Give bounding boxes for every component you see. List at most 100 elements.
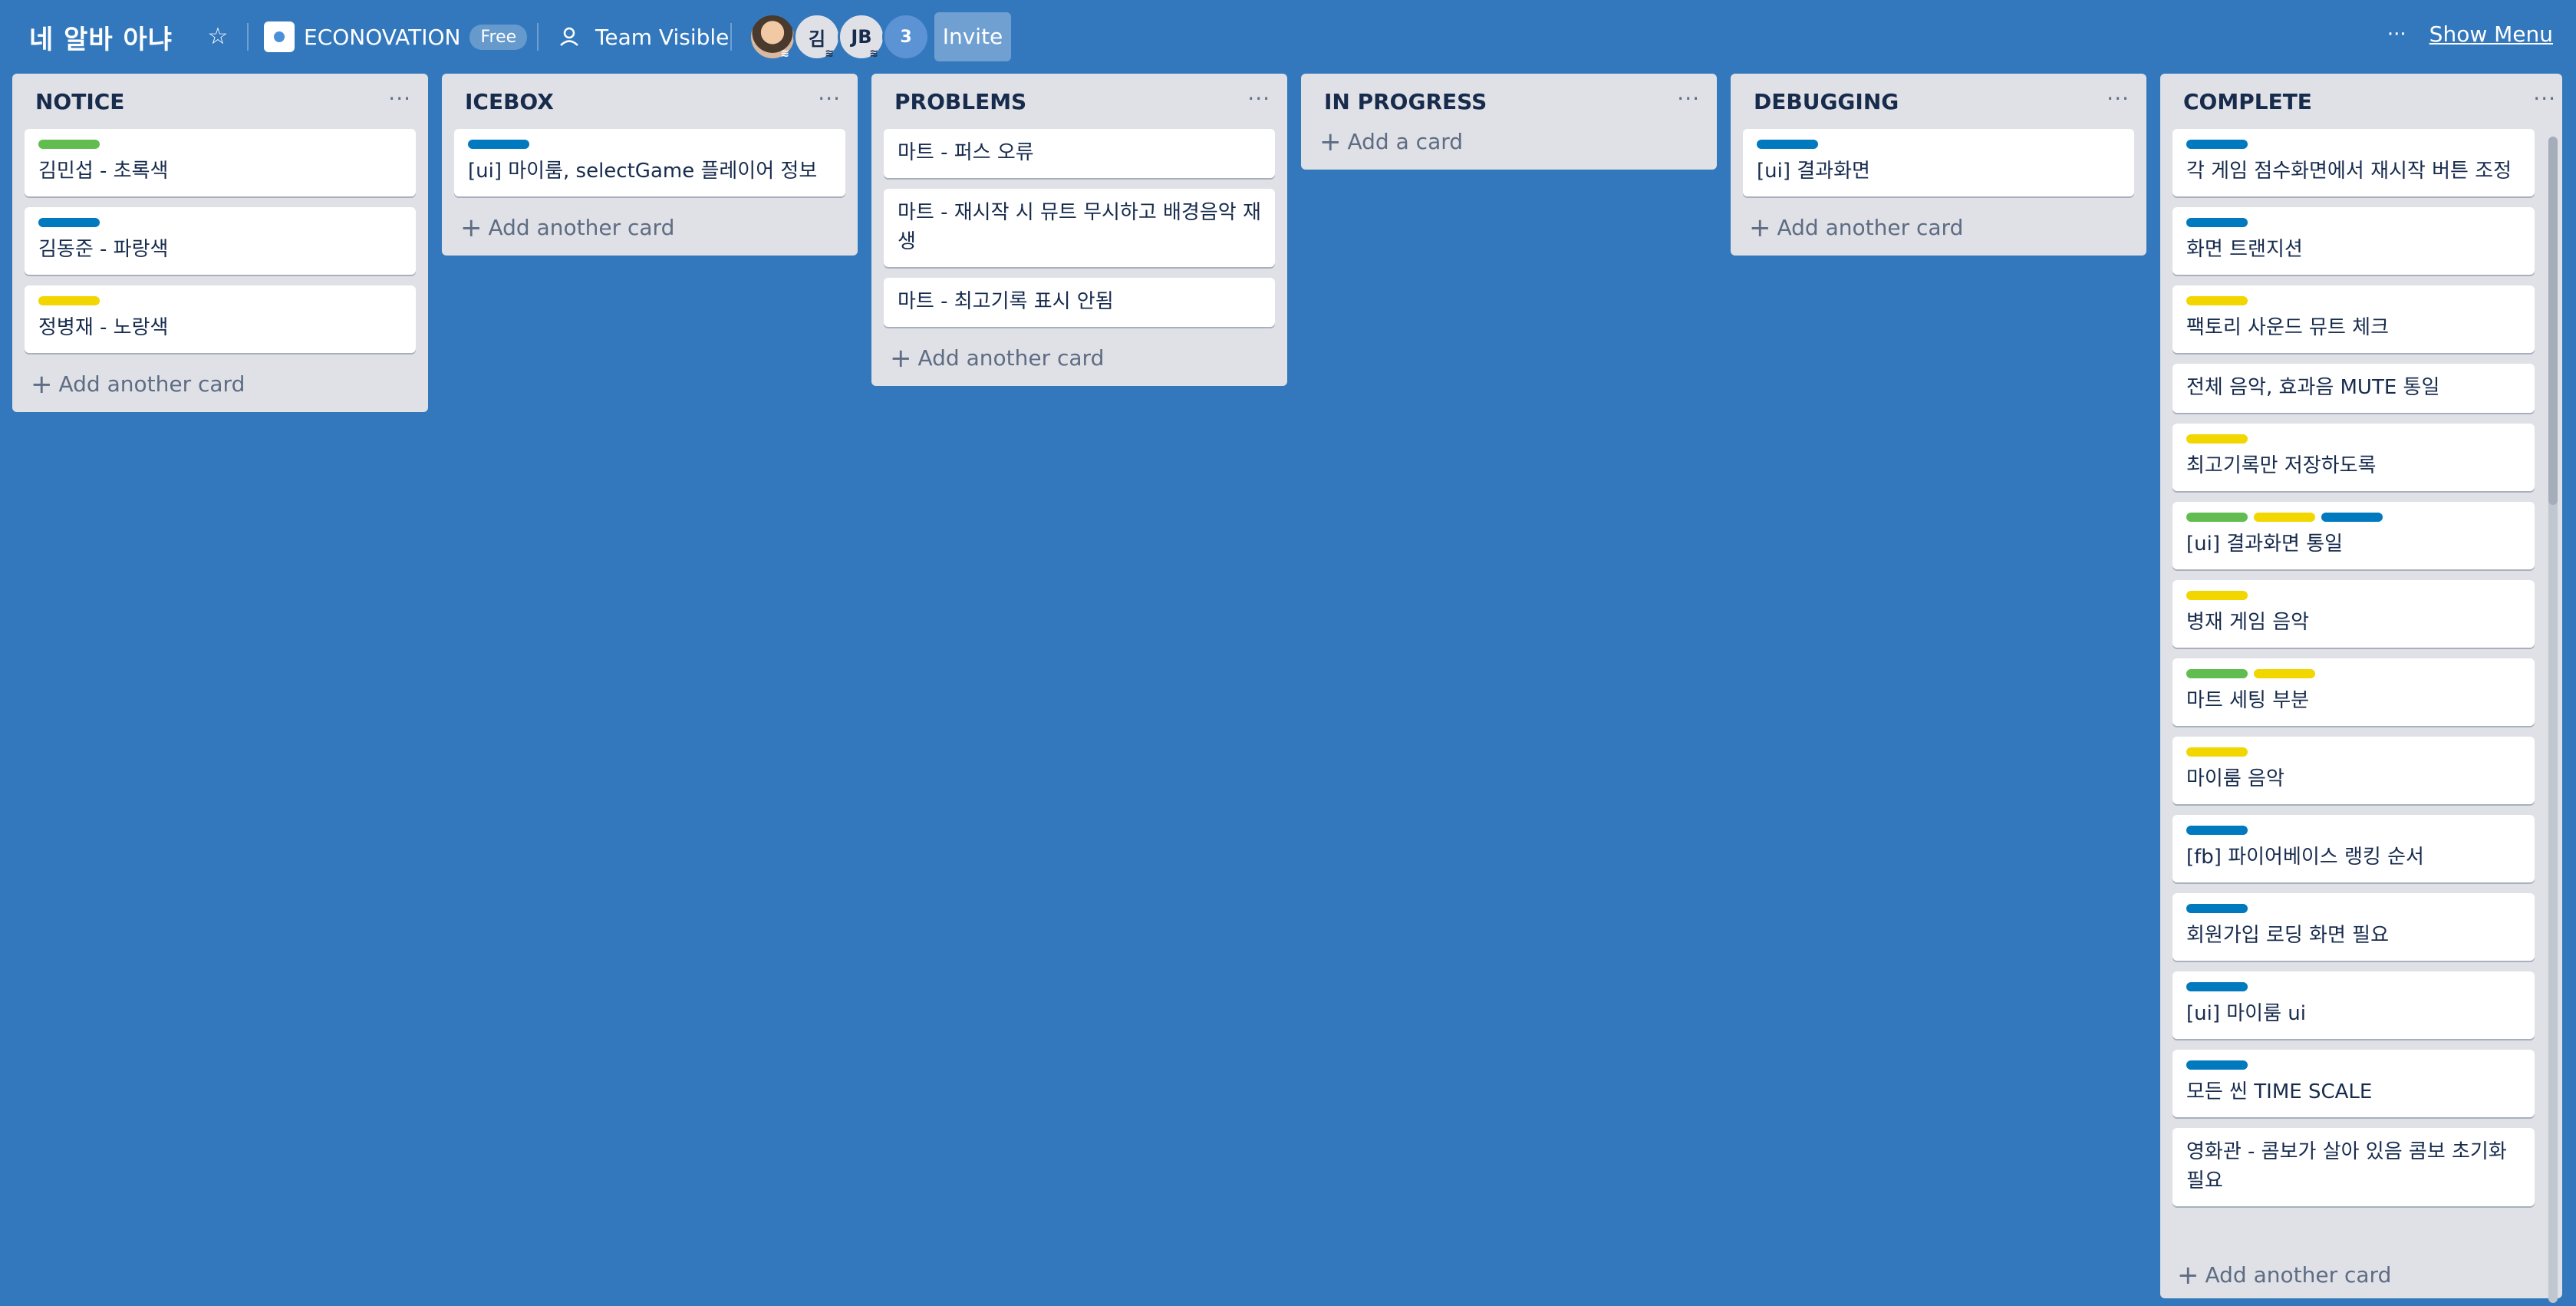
plus-icon: +: [890, 342, 912, 374]
add-card-button[interactable]: + Add another card: [12, 364, 428, 412]
label-blue[interactable]: [2186, 1060, 2248, 1070]
add-card-button[interactable]: + Add another card: [2160, 1255, 2405, 1298]
card[interactable]: [ui] 결과화면: [1743, 129, 2134, 196]
more-members-count[interactable]: 3: [882, 13, 930, 61]
team-button[interactable]: ECONOVATION Free: [264, 18, 528, 55]
label-yellow[interactable]: [2254, 513, 2315, 522]
card[interactable]: 김민섭 - 초록색: [25, 129, 416, 196]
list-menu-icon[interactable]: ···: [2533, 86, 2556, 111]
show-menu-label: Show Menu: [2429, 21, 2553, 47]
card-title: 모든 씬 TIME SCALE: [2186, 1080, 2373, 1103]
add-card-button[interactable]: + Add another card: [1731, 207, 2146, 256]
label-blue[interactable]: [2186, 982, 2248, 991]
list-title[interactable]: IN PROGRESS: [1324, 89, 1487, 114]
card-title: 마트 세팅 부분: [2186, 689, 2310, 712]
card[interactable]: [fb] 파이어베이스 랭킹 순서: [2172, 815, 2535, 882]
list-menu-icon[interactable]: ···: [388, 86, 411, 111]
card[interactable]: 팩토리 사운드 뮤트 체크: [2172, 285, 2535, 353]
label-yellow[interactable]: [2186, 434, 2248, 444]
list-menu-icon[interactable]: ···: [2107, 86, 2130, 111]
invite-button[interactable]: Invite: [934, 12, 1011, 61]
card-title: 김민섭 - 초록색: [38, 160, 169, 183]
card-title: [fb] 파이어베이스 랭킹 순서: [2186, 846, 2424, 869]
card[interactable]: 영화관 - 콤보가 살아 있음 콤보 초기화 필요: [2172, 1128, 2535, 1206]
card-labels: [2186, 982, 2521, 991]
list-header: ICEBOX ···: [442, 74, 858, 129]
visibility-label: Team Visible: [595, 24, 730, 50]
card[interactable]: 마트 - 최고기록 표시 안됨: [884, 278, 1275, 327]
list-title[interactable]: DEBUGGING: [1754, 89, 1899, 114]
label-green[interactable]: [2186, 513, 2248, 522]
card[interactable]: [ui] 마이룸 ui: [2172, 971, 2535, 1039]
divider: [730, 23, 732, 51]
list-complete: COMPLETE ··· 각 게임 점수화면에서 재시작 버튼 조정화면 트랜지…: [2160, 74, 2562, 1303]
label-blue[interactable]: [468, 140, 529, 149]
card[interactable]: 회원가입 로딩 화면 필요: [2172, 893, 2535, 961]
card-title: 영화관 - 콤보가 살아 있음 콤보 초기화 필요: [2186, 1140, 2507, 1192]
card[interactable]: 화면 트랜지션: [2172, 207, 2535, 275]
avatar[interactable]: JB ≋: [838, 13, 885, 61]
star-icon[interactable]: ☆: [203, 21, 233, 52]
board-title[interactable]: 네 알바 아냐: [29, 18, 173, 56]
list-problems: PROBLEMS ··· 마트 - 퍼스 오류마트 - 재시작 시 뮤트 무시하…: [871, 74, 1287, 386]
label-blue[interactable]: [2186, 218, 2248, 227]
avatar[interactable]: 김 ≋: [793, 13, 841, 61]
card[interactable]: 마이룸 음악: [2172, 737, 2535, 804]
card-title: [ui] 마이룸 ui: [2186, 1002, 2306, 1025]
visibility-button[interactable]: Team Visible: [557, 18, 729, 55]
list-title[interactable]: ICEBOX: [465, 89, 554, 114]
card-labels: [2186, 591, 2521, 600]
card-title: [ui] 결과화면 통일: [2186, 533, 2344, 556]
card[interactable]: 전체 음악, 효과음 MUTE 통일: [2172, 364, 2535, 413]
card[interactable]: [ui] 마이룸, selectGame 플레이어 정보: [454, 129, 845, 196]
show-menu-button[interactable]: ··· Show Menu: [2387, 21, 2553, 47]
label-blue[interactable]: [38, 218, 100, 227]
label-yellow[interactable]: [2254, 669, 2315, 678]
list-title[interactable]: PROBLEMS: [894, 89, 1026, 114]
label-yellow[interactable]: [2186, 296, 2248, 305]
add-card-button[interactable]: + Add a card: [1301, 129, 1717, 170]
card[interactable]: 최고기록만 저장하도록: [2172, 424, 2535, 491]
card-title: 마트 - 퍼스 오류: [898, 141, 1034, 164]
label-blue[interactable]: [2186, 140, 2248, 149]
label-blue[interactable]: [2321, 513, 2383, 522]
card[interactable]: 모든 씬 TIME SCALE: [2172, 1050, 2535, 1117]
label-blue[interactable]: [2186, 826, 2248, 835]
card[interactable]: [ui] 결과화면 통일: [2172, 502, 2535, 569]
card[interactable]: 정병재 - 노랑색: [25, 285, 416, 353]
list-menu-icon[interactable]: ···: [818, 86, 841, 111]
list-menu-icon[interactable]: ···: [1677, 86, 1700, 111]
card[interactable]: 마트 - 퍼스 오류: [884, 129, 1275, 178]
card[interactable]: 각 게임 점수화면에서 재시작 버튼 조정: [2172, 129, 2535, 196]
label-green[interactable]: [2186, 669, 2248, 678]
team-visibility-icon: [560, 27, 578, 46]
card-labels: [2186, 434, 2521, 444]
label-blue[interactable]: [1757, 140, 1818, 149]
list-title[interactable]: NOTICE: [35, 89, 124, 114]
avatar[interactable]: ≋: [749, 13, 796, 61]
plus-icon: +: [31, 368, 53, 400]
card[interactable]: 병재 게임 음악: [2172, 580, 2535, 648]
label-yellow[interactable]: [2186, 591, 2248, 600]
card[interactable]: 마트 - 재시작 시 뮤트 무시하고 배경음악 재생: [884, 189, 1275, 267]
label-green[interactable]: [38, 140, 100, 149]
card[interactable]: 마트 세팅 부분: [2172, 658, 2535, 726]
label-blue[interactable]: [2186, 904, 2248, 913]
card[interactable]: 김동준 - 파랑색: [25, 207, 416, 275]
divider: [537, 23, 539, 51]
label-yellow[interactable]: [2186, 747, 2248, 757]
add-card-button[interactable]: + Add another card: [442, 207, 858, 256]
scrollbar-thumb[interactable]: [2548, 137, 2558, 505]
label-yellow[interactable]: [38, 296, 100, 305]
card-title: 팩토리 사운드 뮤트 체크: [2186, 316, 2389, 339]
list-scrollbar[interactable]: [2548, 137, 2558, 1303]
team-logo: [264, 21, 295, 52]
card-title: 화면 트랜지션: [2186, 238, 2303, 261]
list-menu-icon[interactable]: ···: [1247, 86, 1270, 111]
list-header: COMPLETE ···: [2160, 74, 2562, 129]
add-card-button[interactable]: + Add another card: [871, 338, 1287, 386]
list-title[interactable]: COMPLETE: [2183, 89, 2312, 114]
card-title: [ui] 결과화면: [1757, 160, 1870, 183]
team-name: ECONOVATION: [304, 24, 461, 50]
card-title: 마트 - 최고기록 표시 안됨: [898, 290, 1114, 313]
